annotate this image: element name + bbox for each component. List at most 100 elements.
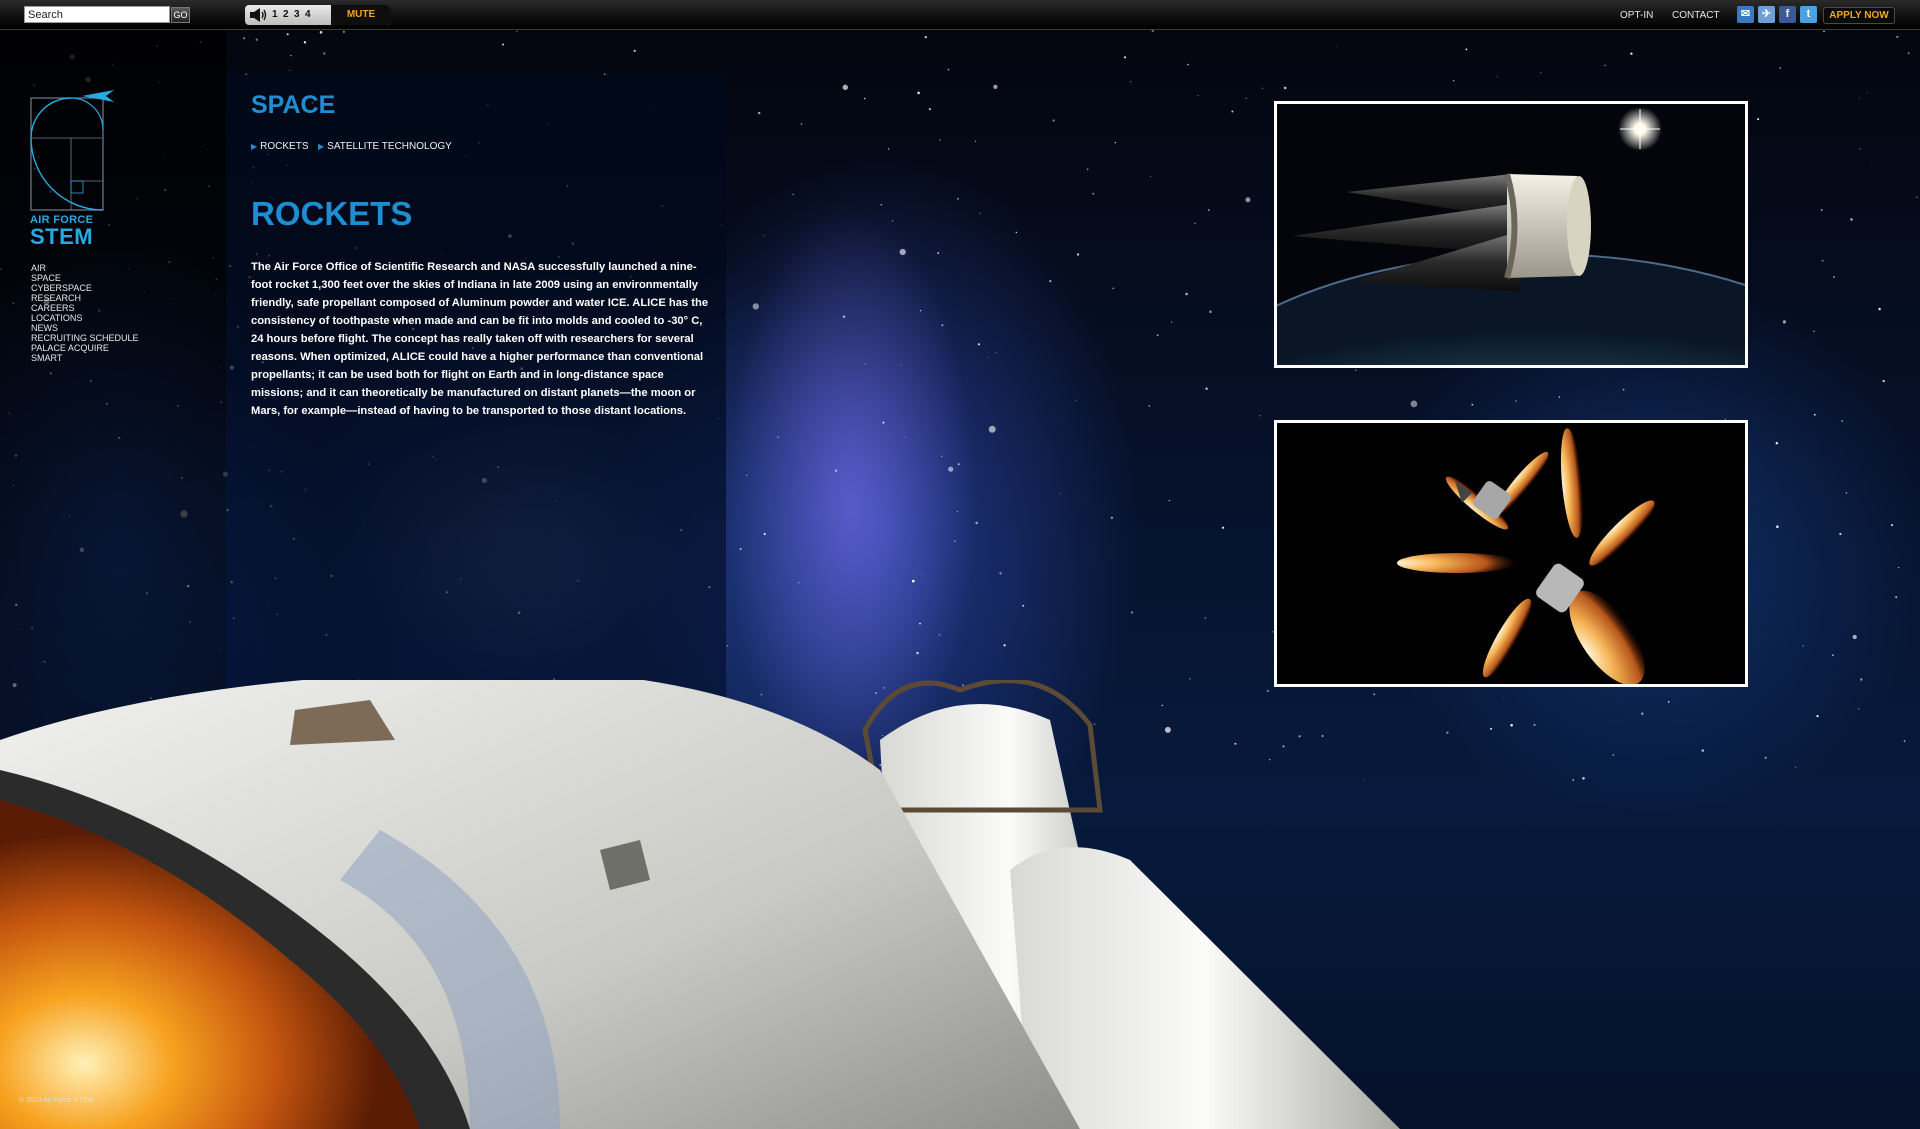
star — [1757, 118, 1760, 121]
star — [1622, 388, 1625, 391]
star — [892, 220, 894, 222]
star — [323, 52, 326, 55]
star — [1151, 30, 1154, 32]
star — [1782, 320, 1786, 324]
star — [243, 37, 246, 40]
star — [1630, 52, 1633, 55]
subnav-satellite-label: SATELLITE TECHNOLOGY — [327, 141, 452, 152]
star — [947, 68, 950, 71]
star — [941, 324, 944, 327]
star — [286, 33, 289, 36]
star — [1452, 80, 1455, 82]
sidebar-item-news[interactable]: NEWS — [31, 323, 139, 333]
sidebar-item-space[interactable]: SPACE — [31, 273, 139, 283]
track-2-button[interactable]: 2 — [283, 9, 289, 20]
star — [1823, 30, 1825, 33]
sidebar-item-palace-acquire[interactable]: PALACE ACQUIRE — [31, 343, 139, 353]
star — [938, 634, 941, 636]
sidebar-item-air[interactable]: AIR — [31, 263, 139, 273]
star — [1052, 119, 1055, 122]
star — [882, 421, 885, 424]
star — [1110, 516, 1114, 519]
email-icon[interactable]: ✉ — [1737, 6, 1754, 23]
star — [1775, 442, 1779, 445]
star — [977, 343, 981, 346]
star — [899, 248, 906, 256]
star — [1283, 86, 1287, 90]
star — [1049, 280, 1052, 283]
star — [1221, 526, 1225, 529]
star — [1841, 420, 1843, 422]
star — [1150, 176, 1152, 177]
star — [916, 651, 919, 655]
star — [1123, 56, 1127, 59]
star — [1336, 45, 1338, 47]
subnav-rockets[interactable]: ▶ ROCKETS — [251, 141, 309, 152]
twitter-icon[interactable]: t — [1800, 6, 1817, 23]
speaker-icon[interactable] — [249, 8, 267, 22]
article-body: The Air Force Office of Scientific Resea… — [251, 261, 709, 417]
subnav-satellite-technology[interactable]: ▶ SATELLITE TECHNOLOGY — [318, 141, 452, 152]
star — [993, 84, 998, 89]
star — [842, 315, 846, 318]
star — [1245, 97, 1247, 99]
star — [1259, 415, 1262, 417]
mute-button[interactable]: MUTE — [331, 5, 391, 25]
air-force-icon[interactable]: ✈ — [1758, 6, 1775, 23]
star — [1075, 399, 1077, 401]
side-navigation: AIR SPACE CYBERSPACE RESEARCH CAREERS LO… — [31, 263, 139, 363]
track-3-button[interactable]: 3 — [294, 9, 300, 20]
star — [1087, 168, 1089, 170]
star — [1858, 97, 1860, 99]
star — [1207, 209, 1210, 212]
star — [1261, 87, 1263, 89]
star — [919, 622, 921, 625]
section-title: SPACE — [251, 91, 336, 119]
star — [941, 455, 943, 457]
star — [1496, 76, 1498, 78]
opt-in-link[interactable]: OPT-IN — [1620, 10, 1653, 21]
star — [956, 511, 958, 513]
star — [987, 356, 989, 358]
star — [900, 364, 902, 366]
sidebar-item-cyberspace[interactable]: CYBERSPACE — [31, 283, 139, 293]
space-shuttle-image — [0, 680, 1400, 1129]
star — [1060, 493, 1061, 495]
sidebar-item-research[interactable]: RESEARCH — [31, 293, 139, 303]
track-4-button[interactable]: 4 — [305, 9, 311, 20]
star — [1076, 253, 1080, 256]
apply-now-button[interactable]: APPLY NOW — [1823, 7, 1895, 24]
star — [920, 310, 922, 312]
star — [792, 193, 794, 196]
star — [342, 30, 345, 33]
subnav-rockets-label: ROCKETS — [260, 141, 309, 152]
star — [1882, 379, 1885, 383]
star — [887, 148, 890, 150]
star — [798, 582, 800, 584]
star — [1092, 192, 1095, 195]
search-go-button[interactable]: GO — [171, 7, 190, 23]
star — [1833, 276, 1835, 278]
top-bar: GO 1 2 3 4 MUTE OPT-IN CONTACT ✉ ✈ f t A… — [0, 0, 1920, 30]
star — [758, 111, 761, 115]
star — [1022, 604, 1025, 607]
sidebar-item-locations[interactable]: LOCATIONS — [31, 313, 139, 323]
star — [1204, 617, 1206, 619]
star — [1130, 611, 1134, 614]
star — [1205, 387, 1208, 390]
star — [319, 31, 323, 34]
arrow-right-icon: ▶ — [251, 142, 258, 151]
star — [1850, 218, 1853, 221]
star — [1776, 525, 1779, 528]
star — [928, 108, 932, 111]
star — [904, 436, 906, 438]
facebook-icon[interactable]: f — [1779, 6, 1796, 23]
search-input[interactable] — [24, 6, 170, 23]
track-1-button[interactable]: 1 — [272, 9, 278, 20]
sidebar-item-smart[interactable]: SMART — [31, 353, 139, 363]
sidebar-item-careers[interactable]: CAREERS — [31, 303, 139, 313]
star — [1604, 64, 1606, 67]
star — [1355, 369, 1357, 371]
contact-link[interactable]: CONTACT — [1672, 10, 1720, 21]
sidebar-item-recruiting-schedule[interactable]: RECRUITING SCHEDULE — [31, 333, 139, 343]
